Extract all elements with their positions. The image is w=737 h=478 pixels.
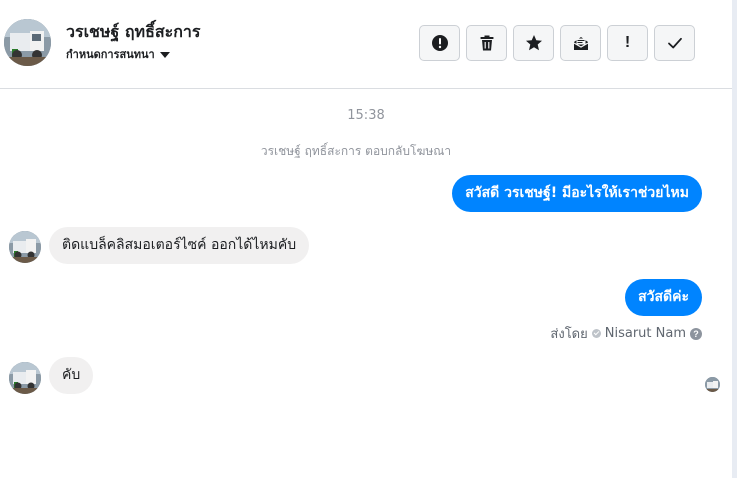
sent-check-icon [591,329,601,338]
truck-photo-icon [9,362,41,394]
truck-photo-icon [4,19,51,66]
conversation-header: วรเชษฐ์ ฤทธิ์สะการ กำหนดการสนทนา ! [0,0,732,89]
exclamation-icon: ! [624,34,631,51]
contact-avatar-small[interactable] [9,231,41,263]
caret-down-icon [159,51,170,58]
mark-done-button[interactable] [654,25,695,61]
assign-conversation-label: กำหนดการสนทนา [66,48,155,61]
outgoing-message[interactable]: สวัสดี วรเชษฐ์! มีอะไรให้เราช่วยไหม [452,175,702,212]
mark-spam-button[interactable] [419,25,460,61]
messenger-conversation-view: วรเชษฐ์ ฤทธิ์สะการ กำหนดการสนทนา ! 15:38… [0,0,737,478]
checkmark-icon [667,37,682,49]
outgoing-message[interactable]: สวัสดีค่ะ [625,279,702,316]
sent-by-info: ส่งโดย Nisarut Nam ? [550,323,702,344]
truck-photo-icon [9,231,41,263]
scrollbar-track[interactable] [732,0,737,478]
incoming-message[interactable]: ติดแบล็คลิสมอเตอร์ไซค์ ออกได้ไหมคับ [49,227,310,264]
follow-up-button[interactable]: ! [607,25,648,61]
message-timestamp: 15:38 [347,108,385,123]
seen-receipt-avatar [705,377,720,392]
star-button[interactable] [513,25,554,61]
help-icon[interactable]: ? [690,327,702,340]
delete-button[interactable] [466,25,507,61]
sender-name: Nisarut Nam [604,326,686,341]
truck-photo-icon [705,377,720,392]
exclamation-circle-icon [431,35,448,51]
incoming-message[interactable]: คับ [49,357,94,394]
star-icon [525,35,542,51]
mark-unread-button[interactable] [560,25,601,61]
contact-avatar[interactable] [4,19,51,66]
mail-unread-icon [573,37,588,50]
contact-avatar-small[interactable] [9,362,41,394]
ad-reply-notice: วรเชษฐ์ ฤทธิ์สะการ ตอบกลับโฆษณา [260,144,452,158]
trash-icon [480,35,493,51]
assign-conversation-dropdown[interactable]: กำหนดการสนทนา [66,45,170,63]
contact-name[interactable]: วรเชษฐ์ ฤทธิ์สะการ [66,20,200,45]
conversation-toolbar: ! [419,25,695,61]
sent-by-label: ส่งโดย [550,327,588,342]
